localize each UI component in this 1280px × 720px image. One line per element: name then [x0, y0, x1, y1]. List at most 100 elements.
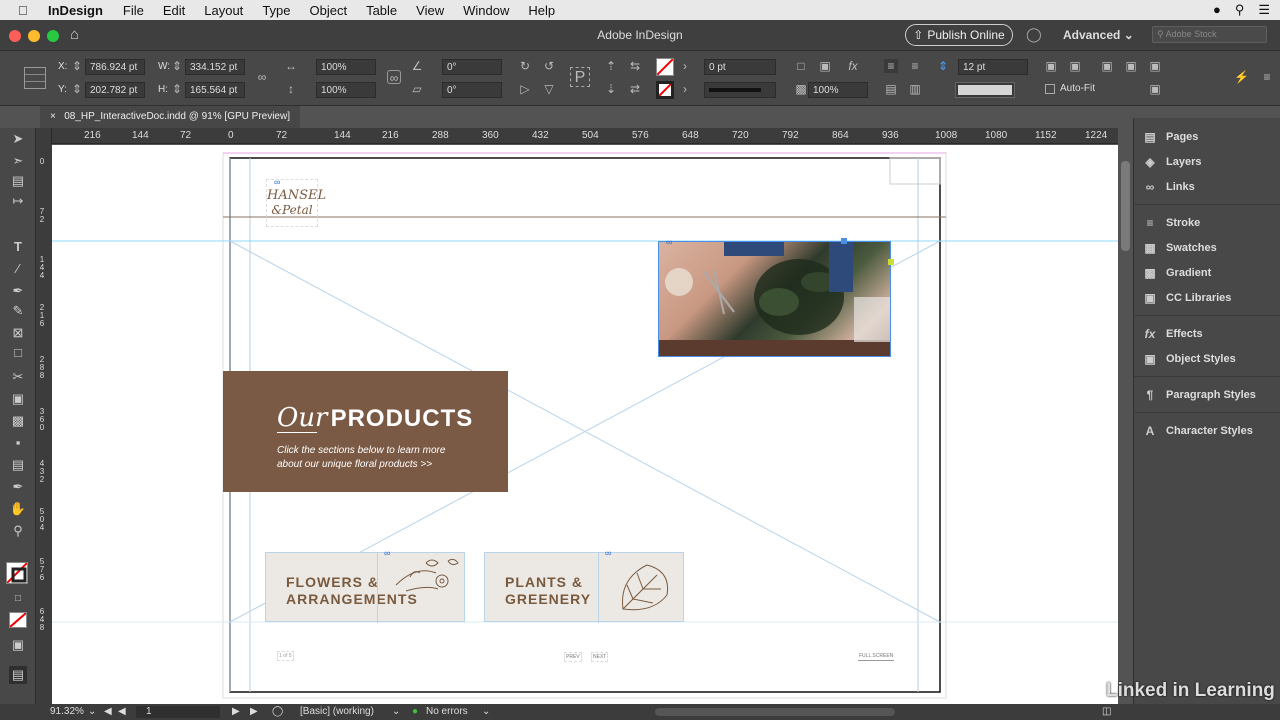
document-canvas[interactable]: HANSEL &Petal ∞ ∞ Our PRODUCTS Click the… — [52, 145, 1118, 704]
page-selector[interactable]: 1 — [136, 706, 220, 718]
panel-layers[interactable]: ◈ Layers — [1142, 151, 1201, 173]
scrollbar-thumb[interactable] — [1121, 161, 1130, 251]
close-tab-icon[interactable]: × — [50, 111, 56, 122]
fill-swatch[interactable] — [656, 58, 674, 76]
stroke-swatch[interactable] — [656, 81, 674, 99]
menu-view[interactable]: View — [416, 3, 444, 18]
menu-table[interactable]: Table — [366, 3, 397, 18]
fill-stroke-swatch[interactable] — [6, 562, 28, 584]
flowers-card[interactable]: FLOWERS & ARRANGEMENTS — [265, 552, 465, 623]
rectangle-tool-icon[interactable]: □ — [9, 344, 27, 362]
formatting-container-icon[interactable]: □ — [9, 590, 27, 608]
menu-edit[interactable]: Edit — [163, 3, 185, 18]
apple-icon[interactable]:  — [18, 3, 36, 18]
height-field[interactable]: 165.564 pt — [185, 82, 245, 98]
document-tab[interactable]: × 08_HP_InteractiveDoc.indd @ 91% [GPU P… — [40, 106, 300, 128]
select-previous-icon[interactable]: ⇆ — [628, 59, 642, 73]
stepper-icon[interactable]: ⇕ — [70, 59, 84, 73]
scale-y-field[interactable]: 100% — [316, 82, 376, 98]
object-style-select[interactable] — [955, 82, 1015, 98]
zoom-tool-icon[interactable]: ⚲ — [9, 522, 27, 540]
text-wrap-icon[interactable]: ▤ — [884, 82, 898, 96]
stepper-icon[interactable]: ⇕ — [170, 59, 184, 73]
screen-mode-icon[interactable]: ▣ — [9, 636, 27, 654]
panel-menu-icon[interactable]: ≡ — [1260, 70, 1274, 84]
eyedropper-tool-icon[interactable]: ✒ — [9, 478, 27, 496]
paragraph-p-icon[interactable]: P — [570, 67, 590, 87]
distribute-space-icon[interactable]: ▣ — [1124, 59, 1138, 73]
select-next-icon[interactable]: ⇄ — [628, 82, 642, 96]
fitting-icon[interactable]: ▣ — [1148, 82, 1162, 96]
gap-tool-icon[interactable]: ↦ — [9, 192, 27, 210]
last-page-icon[interactable]: ▶ — [250, 706, 258, 717]
auto-fit-checkbox[interactable] — [1045, 84, 1055, 94]
scale-x-field[interactable]: 100% — [316, 59, 376, 75]
panel-cc-libraries[interactable]: ▣ CC Libraries — [1142, 287, 1231, 309]
gradient-swatch-tool-icon[interactable]: ▩ — [9, 412, 27, 430]
align-left-icon[interactable]: ≡ — [884, 59, 898, 73]
stepper-icon[interactable]: ⇕ — [170, 82, 184, 96]
rotation-field[interactable]: 0° — [442, 59, 502, 75]
distribute-icon[interactable]: ▣ — [1100, 59, 1114, 73]
apply-none-icon[interactable] — [9, 612, 27, 628]
selected-image-frame[interactable] — [658, 241, 891, 357]
horizontal-scrollbar[interactable] — [655, 708, 895, 716]
ruler-origin[interactable] — [36, 128, 52, 144]
text-wrap-shape-icon[interactable]: ▥ — [908, 82, 922, 96]
fit-frame-icon[interactable]: ▣ — [818, 59, 832, 73]
open-page-icon[interactable]: ◯ — [272, 706, 283, 717]
resize-handle[interactable] — [841, 238, 847, 244]
menu-object[interactable]: Object — [310, 3, 348, 18]
next-button[interactable]: NEXT — [591, 652, 609, 662]
note-tool-icon[interactable]: ▤ — [9, 456, 27, 474]
pen-tool-icon[interactable]: ✒ — [9, 282, 27, 300]
zoom-level[interactable]: 91.32% — [50, 706, 84, 717]
reference-point-icon[interactable] — [24, 67, 46, 89]
menu-list-icon[interactable]: ☰ — [1258, 2, 1270, 18]
type-tool-icon[interactable]: T — [9, 238, 27, 256]
chevron-down-icon[interactable]: ⌄ — [88, 706, 96, 717]
panel-links[interactable]: ∞ Links — [1142, 176, 1195, 198]
panel-effects[interactable]: fx Effects — [1142, 323, 1203, 345]
page-tool-icon[interactable]: ▤ — [9, 172, 27, 190]
chevron-right-icon[interactable]: › — [678, 59, 692, 73]
chevron-right-icon[interactable]: › — [678, 82, 692, 96]
stroke-type-select[interactable] — [704, 82, 776, 98]
publish-online-button[interactable]: ⇧ Publish Online — [905, 24, 1013, 46]
chevron-down-icon[interactable]: ⌄ — [392, 706, 400, 717]
y-position-field[interactable]: 202.782 pt — [85, 82, 145, 98]
plants-card[interactable]: PLANTS & GREENERY — [484, 552, 684, 623]
previous-page-icon[interactable]: ◀ — [118, 706, 126, 717]
panel-pages[interactable]: ▤ Pages — [1142, 126, 1198, 148]
select-container-icon[interactable]: ⇡ — [604, 59, 618, 73]
stepper-icon[interactable]: ⇕ — [70, 82, 84, 96]
align-middle-icon[interactable]: ▣ — [1068, 59, 1082, 73]
x-position-field[interactable]: 786.924 pt — [85, 59, 145, 75]
panel-swatches[interactable]: ▦ Swatches — [1142, 237, 1216, 259]
products-banner[interactable]: Our PRODUCTS Click the sections below to… — [223, 371, 508, 492]
opacity-field[interactable]: 100% — [808, 82, 868, 98]
adobe-stock-search[interactable]: ⚲ Adobe Stock — [1152, 26, 1267, 43]
constrain-proportions-icon[interactable]: ∞ — [255, 70, 269, 84]
flip-vertical-icon[interactable]: ▽ — [542, 82, 556, 96]
view-mode-icon[interactable]: ▤ — [9, 666, 27, 684]
line-tool-icon[interactable]: ∕ — [9, 260, 27, 278]
collapse-tools-icon[interactable] — [4, 212, 14, 230]
align-center-icon[interactable]: ≡ — [908, 59, 922, 73]
scissors-tool-icon[interactable]: ✂ — [9, 368, 27, 386]
link-scale-icon[interactable]: ∞ — [387, 70, 401, 85]
workspace-switcher[interactable]: Advanced ⌄ — [1063, 28, 1134, 42]
menu-file[interactable]: File — [123, 3, 144, 18]
gutter-field[interactable]: 12 pt — [958, 59, 1028, 75]
pencil-tool-icon[interactable]: ✎ — [9, 302, 27, 320]
effects-fx-icon[interactable]: fx — [846, 59, 860, 73]
shear-field[interactable]: 0° — [442, 82, 502, 98]
flip-horizontal-icon[interactable]: ▷ — [518, 82, 532, 96]
vertical-scrollbar[interactable] — [1118, 145, 1133, 704]
align-top-icon[interactable]: ▣ — [1044, 59, 1058, 73]
panel-gradient[interactable]: ▩ Gradient — [1142, 262, 1211, 284]
preflight-profile[interactable]: [Basic] (working) — [300, 706, 374, 717]
quick-apply-icon[interactable]: ⚡ — [1234, 70, 1249, 84]
spotlight-search-icon[interactable]: ⚲ — [1235, 2, 1245, 18]
selection-tool-icon[interactable]: ➤ — [9, 130, 27, 148]
